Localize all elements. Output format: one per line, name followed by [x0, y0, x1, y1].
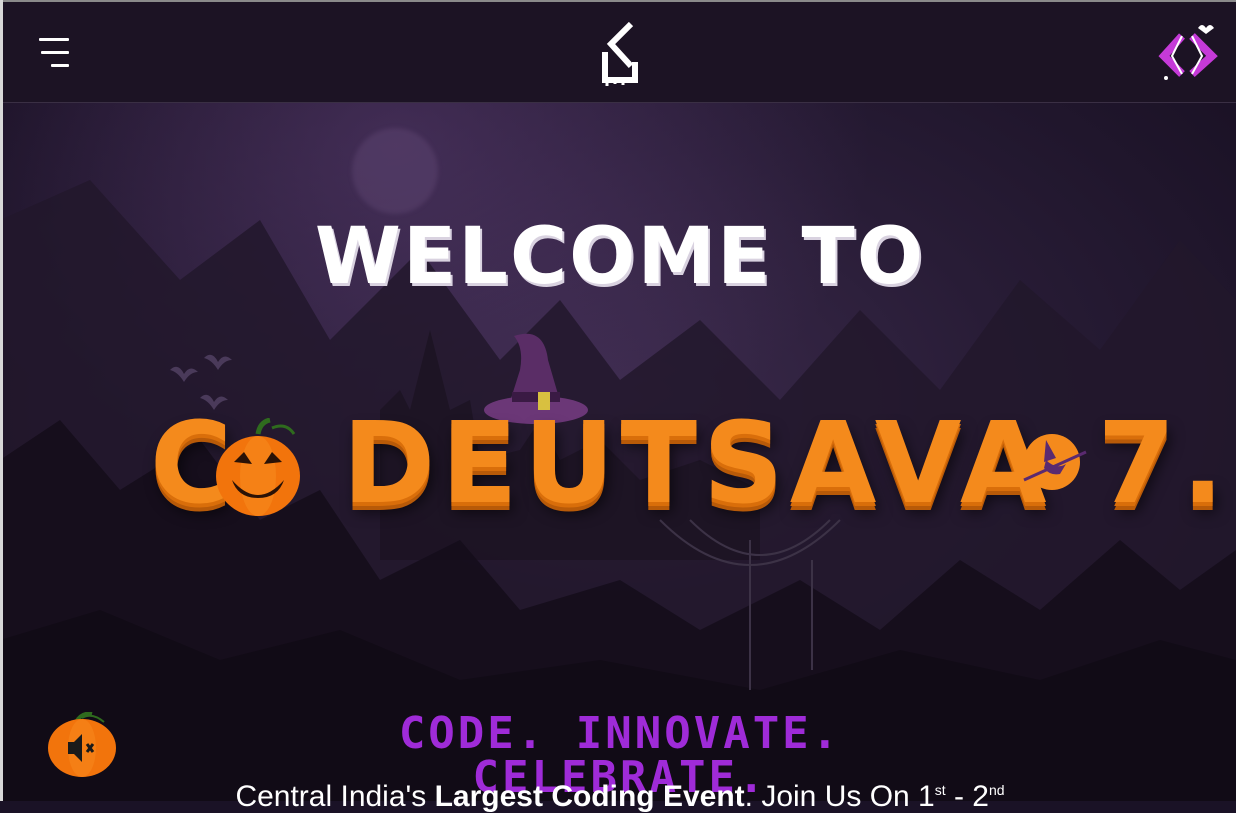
codeutsava-logo-icon[interactable] — [601, 22, 641, 86]
club-logo-icon[interactable] — [1158, 22, 1220, 86]
welcome-heading: WELCOME TO — [314, 212, 926, 302]
frame-left-border — [0, 0, 3, 801]
spider-web-decoration — [659, 519, 841, 690]
jack-o-lantern-icon — [216, 418, 300, 516]
top-navigation-bar — [3, 2, 1236, 103]
speaker-muted-icon[interactable] — [46, 712, 118, 778]
event-description: Central India's Largest Coding Event. Jo… — [235, 780, 1005, 813]
hamburger-menu-icon[interactable] — [39, 38, 75, 72]
flying-witch-icon — [1023, 434, 1087, 490]
frame-top-border — [0, 0, 1236, 2]
